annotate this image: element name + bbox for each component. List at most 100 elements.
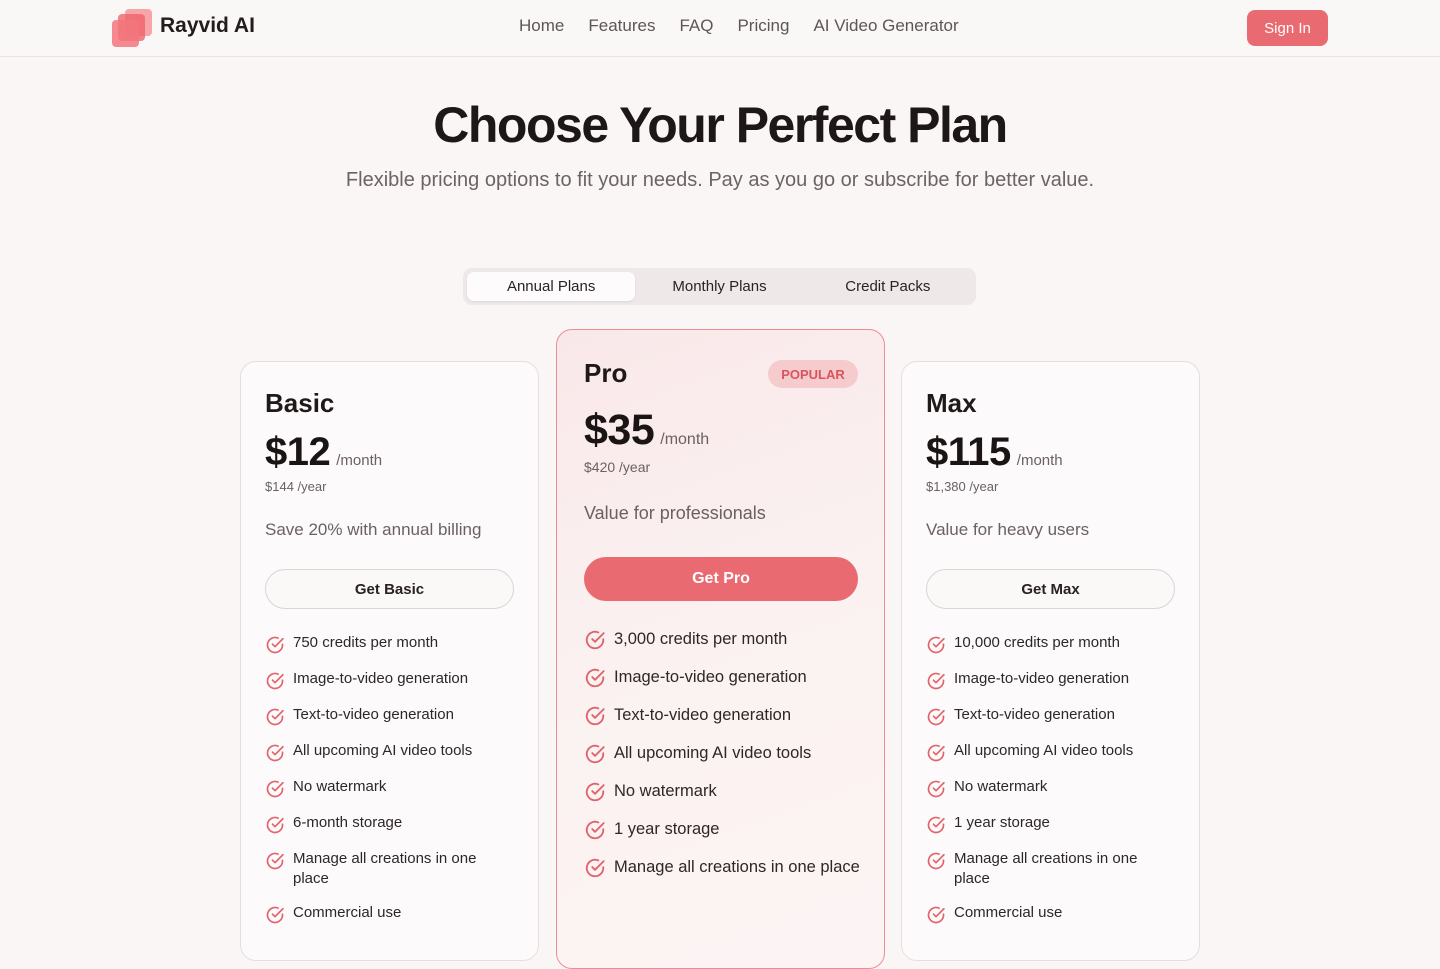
feature-item: Text-to-video generation xyxy=(926,705,1176,727)
nav-link-home[interactable]: Home xyxy=(519,16,564,36)
nav-link-ai-video-generator[interactable]: AI Video Generator xyxy=(813,16,958,36)
plan-price: $115 xyxy=(926,430,1011,474)
check-circle-icon xyxy=(584,781,606,803)
feature-text: Manage all creations in one place xyxy=(954,850,1138,887)
plan-price: $12 xyxy=(265,430,331,474)
plan-card-pro: Pro POPULAR $35 /month $420 /year Value … xyxy=(556,329,885,969)
feature-item: No watermark xyxy=(584,780,864,803)
feature-item: 1 year storage xyxy=(926,813,1176,835)
check-circle-icon xyxy=(926,671,946,691)
yearly-price: $1,380 /year xyxy=(926,479,999,494)
feature-item: No watermark xyxy=(926,777,1176,799)
price-period: /month xyxy=(336,452,383,469)
check-circle-icon xyxy=(265,671,285,691)
feature-item: Manage all creations in one place xyxy=(926,849,1176,889)
page-title: Choose Your Perfect Plan xyxy=(433,97,1008,153)
feature-text: 6-month storage xyxy=(293,814,403,831)
plan-tagline: Value for heavy users xyxy=(926,520,1090,539)
check-circle-icon xyxy=(584,857,606,879)
check-circle-icon xyxy=(265,905,285,925)
feature-text: All upcoming AI video tools xyxy=(614,744,812,762)
price-row: $35 /month xyxy=(584,406,709,455)
check-circle-icon xyxy=(926,743,946,763)
feature-text: 3,000 credits per month xyxy=(614,630,788,648)
price-row: $115 /month xyxy=(926,430,1063,475)
feature-text: 1 year storage xyxy=(614,820,720,838)
check-circle-icon xyxy=(265,707,285,727)
plan-card-max: Max $115 /month $1,380 /year Value for h… xyxy=(901,361,1200,961)
check-circle-icon xyxy=(265,635,285,655)
yearly-price: $420 /year xyxy=(584,459,651,475)
feature-item: Commercial use xyxy=(265,903,515,925)
feature-list: 10,000 credits per month Image-to-video g… xyxy=(926,633,1176,939)
feature-text: 750 credits per month xyxy=(293,634,439,651)
tab-annual-plans[interactable]: Annual Plans xyxy=(467,272,636,301)
plan-name: Pro xyxy=(584,358,628,388)
page-subtitle: Flexible pricing options to fit your nee… xyxy=(345,169,1095,191)
tab-credit-packs[interactable]: Credit Packs xyxy=(804,272,972,301)
feature-item: Text-to-video generation xyxy=(265,705,515,727)
feature-item: Manage all creations in one place xyxy=(584,856,864,879)
check-circle-icon xyxy=(584,743,606,765)
feature-item: Text-to-video generation xyxy=(584,704,864,727)
price-row: $12 /month xyxy=(265,430,382,475)
feature-text: No watermark xyxy=(954,778,1048,795)
feature-item: All upcoming AI video tools xyxy=(584,742,864,765)
get-pro-button[interactable]: Get Pro xyxy=(584,557,858,601)
feature-item: Commercial use xyxy=(926,903,1176,925)
feature-item: Manage all creations in one place xyxy=(265,849,515,889)
sign-in-button[interactable]: Sign In xyxy=(1247,10,1328,46)
main-menu: Home Features FAQ Pricing AI Video Gener… xyxy=(519,16,959,36)
plan-name: Max xyxy=(926,388,977,418)
plan-tagline: Value for professionals xyxy=(584,503,766,523)
feature-text: Text-to-video generation xyxy=(954,706,1115,723)
feature-item: All upcoming AI video tools xyxy=(265,741,515,763)
plan-price: $35 xyxy=(584,406,655,454)
feature-text: All upcoming AI video tools xyxy=(293,742,473,759)
price-period: /month xyxy=(1016,452,1063,469)
plan-type-tabs: Annual Plans Monthly Plans Credit Packs xyxy=(463,268,976,305)
popular-badge: POPULAR xyxy=(768,360,858,388)
check-circle-icon xyxy=(926,905,946,925)
feature-item: All upcoming AI video tools xyxy=(926,741,1176,763)
brand-logo-icon[interactable] xyxy=(111,8,153,48)
check-circle-icon xyxy=(584,819,606,841)
check-circle-icon xyxy=(265,743,285,763)
feature-text: 1 year storage xyxy=(954,814,1050,831)
feature-text: Commercial use xyxy=(293,904,402,921)
feature-item: Image-to-video generation xyxy=(584,666,864,689)
feature-text: All upcoming AI video tools xyxy=(954,742,1134,759)
check-circle-icon xyxy=(265,779,285,799)
feature-item: 6-month storage xyxy=(265,813,515,835)
check-circle-icon xyxy=(584,705,606,727)
feature-text: Text-to-video generation xyxy=(293,706,454,723)
get-basic-button[interactable]: Get Basic xyxy=(265,569,514,609)
feature-text: Text-to-video generation xyxy=(614,706,792,724)
feature-text: No watermark xyxy=(293,778,387,795)
top-nav: Rayvid AI Home Features FAQ Pricing AI V… xyxy=(0,0,1440,57)
feature-item: 3,000 credits per month xyxy=(584,628,864,651)
feature-text: Commercial use xyxy=(954,904,1063,921)
nav-link-pricing[interactable]: Pricing xyxy=(737,16,789,36)
get-max-button[interactable]: Get Max xyxy=(926,569,1175,609)
nav-link-faq[interactable]: FAQ xyxy=(679,16,713,36)
feature-item: Image-to-video generation xyxy=(926,669,1176,691)
feature-item: No watermark xyxy=(265,777,515,799)
check-circle-icon xyxy=(265,815,285,835)
plan-name: Basic xyxy=(265,388,335,418)
check-circle-icon xyxy=(926,815,946,835)
feature-list: 3,000 credits per month Image-to-video ge… xyxy=(584,628,864,894)
brand-name[interactable]: Rayvid AI xyxy=(160,14,255,38)
feature-text: Manage all creations in one place xyxy=(614,858,860,876)
price-period: /month xyxy=(660,431,710,448)
check-circle-icon xyxy=(926,635,946,655)
nav-link-features[interactable]: Features xyxy=(588,16,655,36)
feature-item: 1 year storage xyxy=(584,818,864,841)
feature-text: 10,000 credits per month xyxy=(954,634,1120,651)
tab-monthly-plans[interactable]: Monthly Plans xyxy=(635,272,803,301)
check-circle-icon xyxy=(926,851,946,871)
check-circle-icon xyxy=(926,707,946,727)
yearly-price: $144 /year xyxy=(265,479,327,494)
check-circle-icon xyxy=(265,851,285,871)
plan-card-basic: Basic $12 /month $144 /year Save 20% wit… xyxy=(240,361,539,961)
